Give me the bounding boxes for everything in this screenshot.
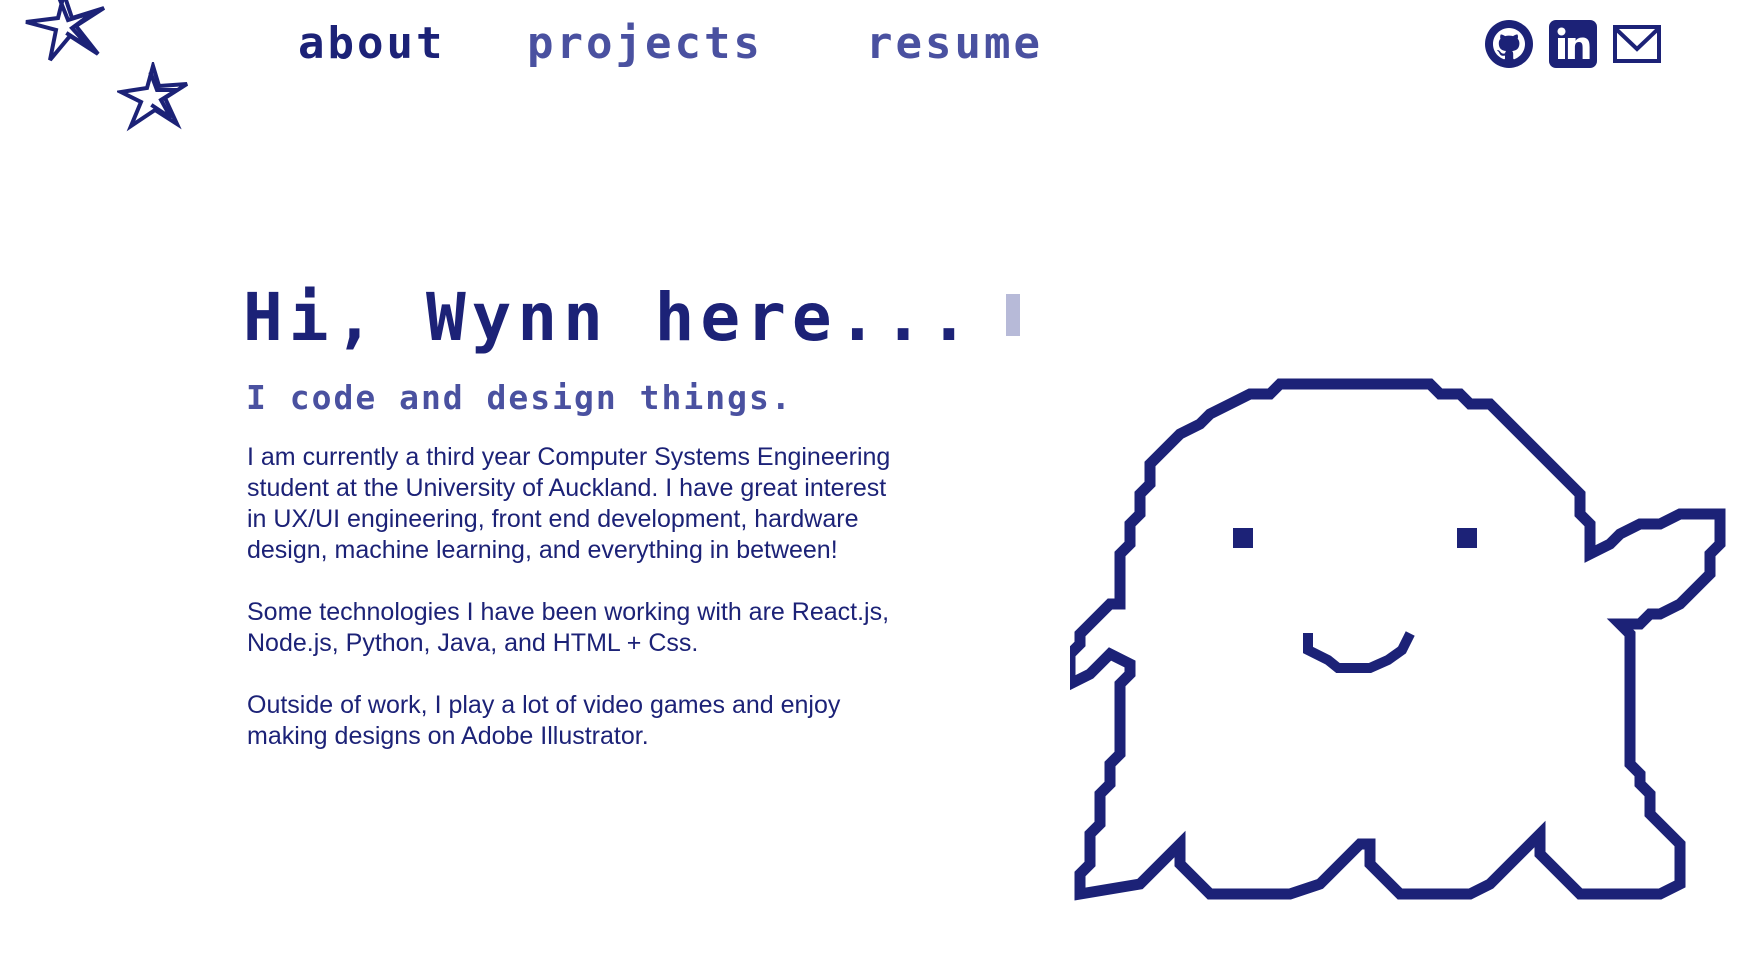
- bio-paragraph: Outside of work, I play a lot of video g…: [247, 691, 841, 750]
- nav-link-projects[interactable]: projects: [527, 14, 763, 74]
- greeting-heading: Hi, Wynn here...: [243, 279, 975, 356]
- github-icon[interactable]: [1484, 19, 1534, 69]
- star-doodle-icon: [117, 62, 189, 132]
- page: about projects resume Hi, Wynn here... I…: [0, 0, 1752, 968]
- bio-paragraph: I am currently a third year Computer Sys…: [247, 443, 891, 564]
- typing-cursor: [1006, 294, 1020, 336]
- linkedin-icon[interactable]: [1548, 19, 1598, 69]
- tagline: I code and design things.: [246, 378, 793, 417]
- pixel-ghost-illustration: [1070, 378, 1726, 901]
- mail-icon[interactable]: [1612, 19, 1662, 69]
- bio-paragraph: Some technologies I have been working wi…: [247, 598, 890, 657]
- nav-link-resume[interactable]: resume: [866, 14, 1043, 74]
- star-doodle-icon: [25, 0, 106, 62]
- bio-text: I am currently a third year Computer Sys…: [247, 442, 907, 783]
- nav-link-about[interactable]: about: [298, 14, 445, 74]
